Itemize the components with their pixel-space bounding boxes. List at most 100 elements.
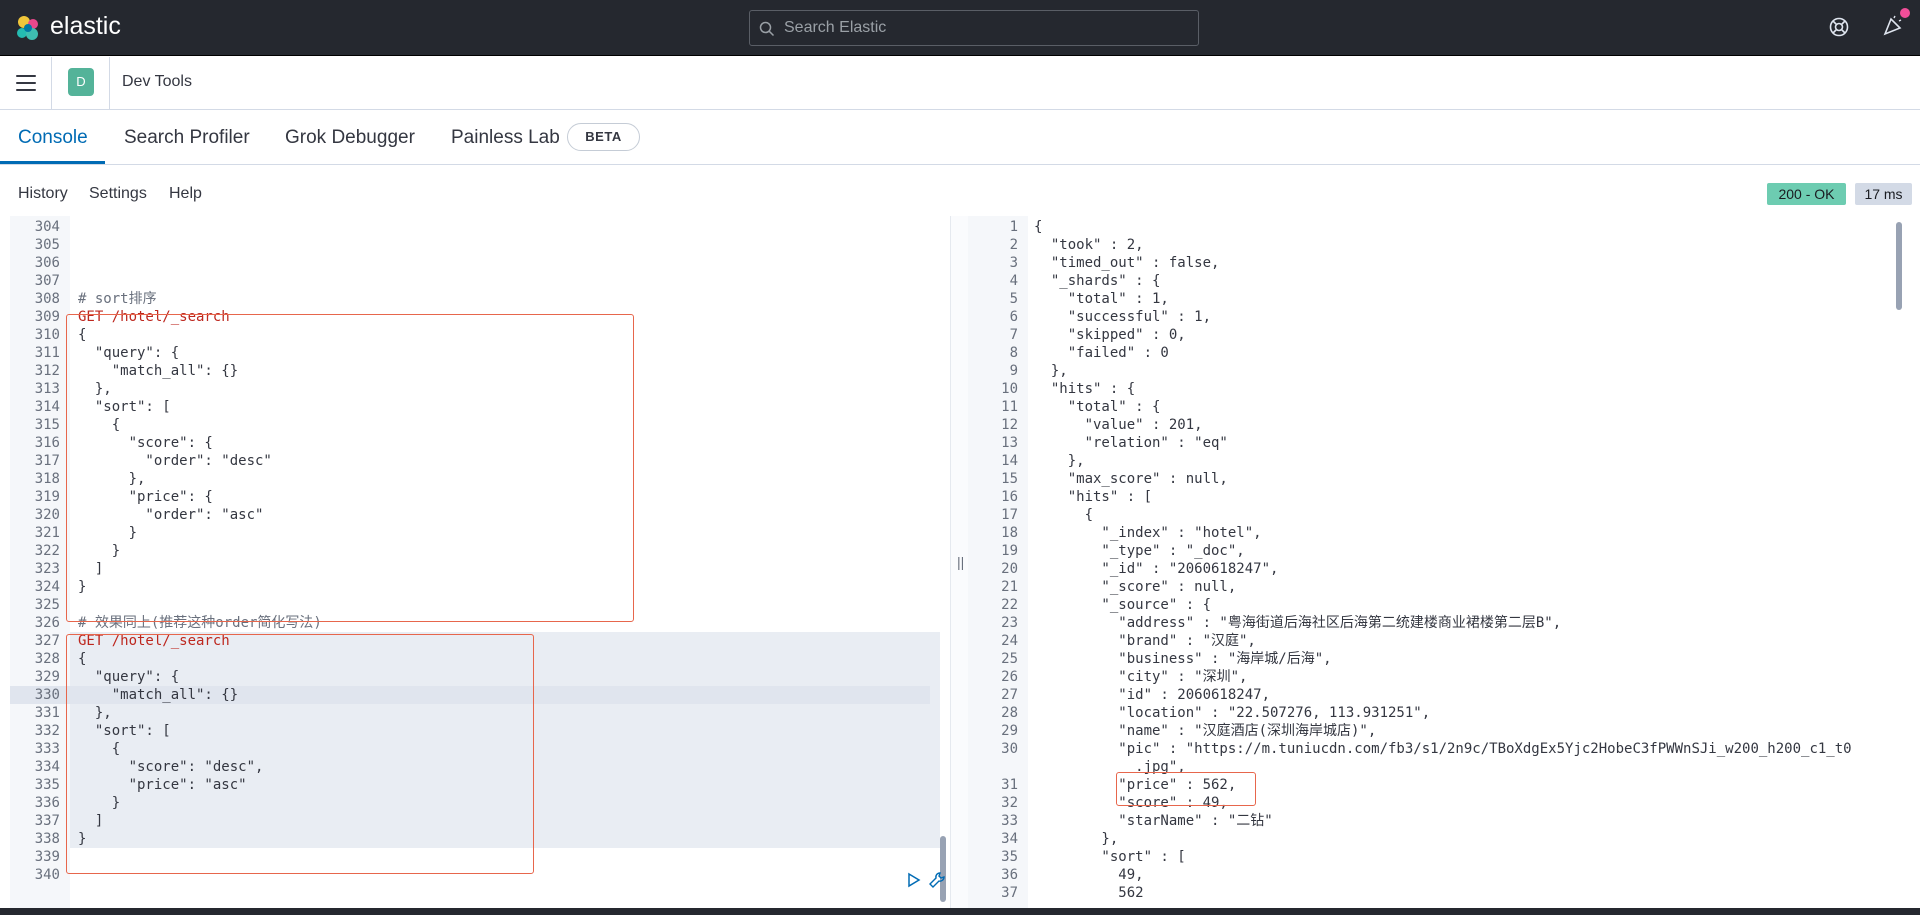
breadcrumb-bar: D Dev Tools (0, 57, 1920, 110)
line-number: 315 (34, 417, 60, 433)
search-box[interactable] (749, 10, 1199, 46)
line-number: 304 (34, 219, 60, 235)
code-text: { (1034, 219, 1043, 235)
response-output[interactable]: 1 {2 "took" : 2, 3 "timed_out" : false, 4 "… (968, 216, 1920, 908)
editor-line: 334 "score": "desc", (10, 758, 950, 776)
code-text: "sort" : [ (1034, 849, 1186, 865)
pane-resizer[interactable]: || (950, 216, 968, 908)
output-line: 3 "timed_out" : false, (968, 254, 1920, 272)
line-number: 324 (34, 579, 60, 595)
status-badge: 200 - OK (1767, 183, 1846, 205)
settings-link[interactable]: Settings (89, 185, 147, 203)
code-text: "location" : "22.507276, 113.931251", (1034, 705, 1431, 721)
line-number: 310 (34, 327, 60, 343)
code-text: "_id" : "2060618247", (1034, 561, 1279, 577)
menu-toggle-icon[interactable] (16, 75, 36, 91)
code-text: } (78, 831, 87, 847)
output-line: 29 "name" : "汉庭酒店(深圳海岸城店)", (968, 722, 1920, 740)
help-link[interactable]: Help (169, 185, 202, 203)
editor-line: 336 } (10, 794, 950, 812)
tab-painless-lab[interactable]: Painless Lab (451, 127, 560, 149)
line-number: 4 (1009, 273, 1018, 289)
line-number: 17 (1001, 507, 1018, 523)
line-number: 329 (34, 669, 60, 685)
editor-line: 325 (10, 596, 950, 614)
line-number: 338 (34, 831, 60, 847)
code-text: "starName" : "二钻" (1034, 813, 1273, 829)
code-text: "id" : 2060618247, (1034, 687, 1271, 703)
output-line: 33 "starName" : "二钻" (968, 812, 1920, 830)
line-number: 18 (1001, 525, 1018, 541)
line-number: 20 (1001, 561, 1018, 577)
notification-badge (1900, 8, 1910, 18)
line-number: 19 (1001, 543, 1018, 559)
line-number: 11 (1001, 399, 1018, 415)
output-line: 30 "pic" : "https://m.tuniucdn.com/fb3/s… (968, 740, 1920, 758)
space-avatar[interactable]: D (68, 68, 94, 96)
code-text: ] (78, 813, 104, 829)
elastic-logo-icon[interactable] (14, 14, 42, 42)
code-text: GET /hotel/_search (78, 633, 230, 649)
line-number: 14 (1001, 453, 1018, 469)
line-number: 320 (34, 507, 60, 523)
code-text: } (78, 579, 87, 595)
editor-line: 304 (10, 218, 950, 236)
line-number: 328 (34, 651, 60, 667)
play-icon[interactable] (906, 872, 922, 888)
output-line: 12 "value" : 201, (968, 416, 1920, 434)
editor-line: 324} (10, 578, 950, 596)
line-number: 28 (1001, 705, 1018, 721)
line-number: 36 (1001, 867, 1018, 883)
editor-line: 323 ] (10, 560, 950, 578)
newsfeed-icon[interactable] (1882, 15, 1904, 37)
search-input[interactable] (784, 17, 1184, 39)
output-line: 5 "total" : 1, (968, 290, 1920, 308)
code-text: "relation" : "eq" (1034, 435, 1228, 451)
code-text: }, (78, 471, 146, 487)
code-text: }, (1034, 831, 1119, 847)
code-text: "price": { (78, 489, 213, 505)
line-number: 305 (34, 237, 60, 253)
scrollbar[interactable] (940, 836, 946, 902)
wrench-icon[interactable] (928, 871, 946, 889)
line-number: 325 (34, 597, 60, 613)
output-line: 36 49, (968, 866, 1920, 884)
output-line: 32 "score" : 49, (968, 794, 1920, 812)
console-menu: History Settings Help (0, 166, 1920, 216)
scrollbar[interactable] (1896, 222, 1902, 310)
breadcrumb-title[interactable]: Dev Tools (122, 73, 192, 91)
logo-text[interactable]: elastic (50, 12, 121, 41)
output-line: 6 "successful" : 1, (968, 308, 1920, 326)
tab-console[interactable]: Console (18, 127, 88, 149)
history-link[interactable]: History (18, 185, 68, 203)
line-number: 314 (34, 399, 60, 415)
editor-line: 314 "sort": [ (10, 398, 950, 416)
bottom-edge (0, 908, 1920, 915)
active-tab-indicator (0, 161, 105, 164)
output-line: 37 562 (968, 884, 1920, 902)
output-line: 14 }, (968, 452, 1920, 470)
code-text: "hits" : [ (1034, 489, 1153, 505)
tab-grok-debugger[interactable]: Grok Debugger (285, 127, 415, 149)
line-number: 326 (34, 615, 60, 631)
output-line: 2 "took" : 2, (968, 236, 1920, 254)
output-line: 23 "address" : "粤海街道后海社区后海第二统建楼商业裙楼第二层B"… (968, 614, 1920, 632)
request-time-badge: 17 ms (1855, 183, 1912, 205)
editor-line: 322 } (10, 542, 950, 560)
code-text: 562 (1034, 885, 1144, 901)
line-number: 37 (1001, 885, 1018, 901)
editor-line: 308 # sort排序 (10, 290, 950, 308)
code-text: "failed" : 0 (1034, 345, 1169, 361)
tab-search-profiler[interactable]: Search Profiler (124, 127, 250, 149)
line-number: 1 (1009, 219, 1018, 235)
code-text: ] (78, 561, 104, 577)
editor-line: 307 (10, 272, 950, 290)
output-line: 34 }, (968, 830, 1920, 848)
code-text: "timed_out" : false, (1034, 255, 1220, 271)
code-text: "price" : 562, (1034, 777, 1237, 793)
output-line: 21 "_score" : null, (968, 578, 1920, 596)
line-number: 319 (34, 489, 60, 505)
help-icon[interactable] (1828, 16, 1850, 38)
request-editor[interactable]: 303}304305306307308# sort排序309GET /hotel… (10, 216, 950, 908)
code-text: "_source" : { (1034, 597, 1212, 613)
